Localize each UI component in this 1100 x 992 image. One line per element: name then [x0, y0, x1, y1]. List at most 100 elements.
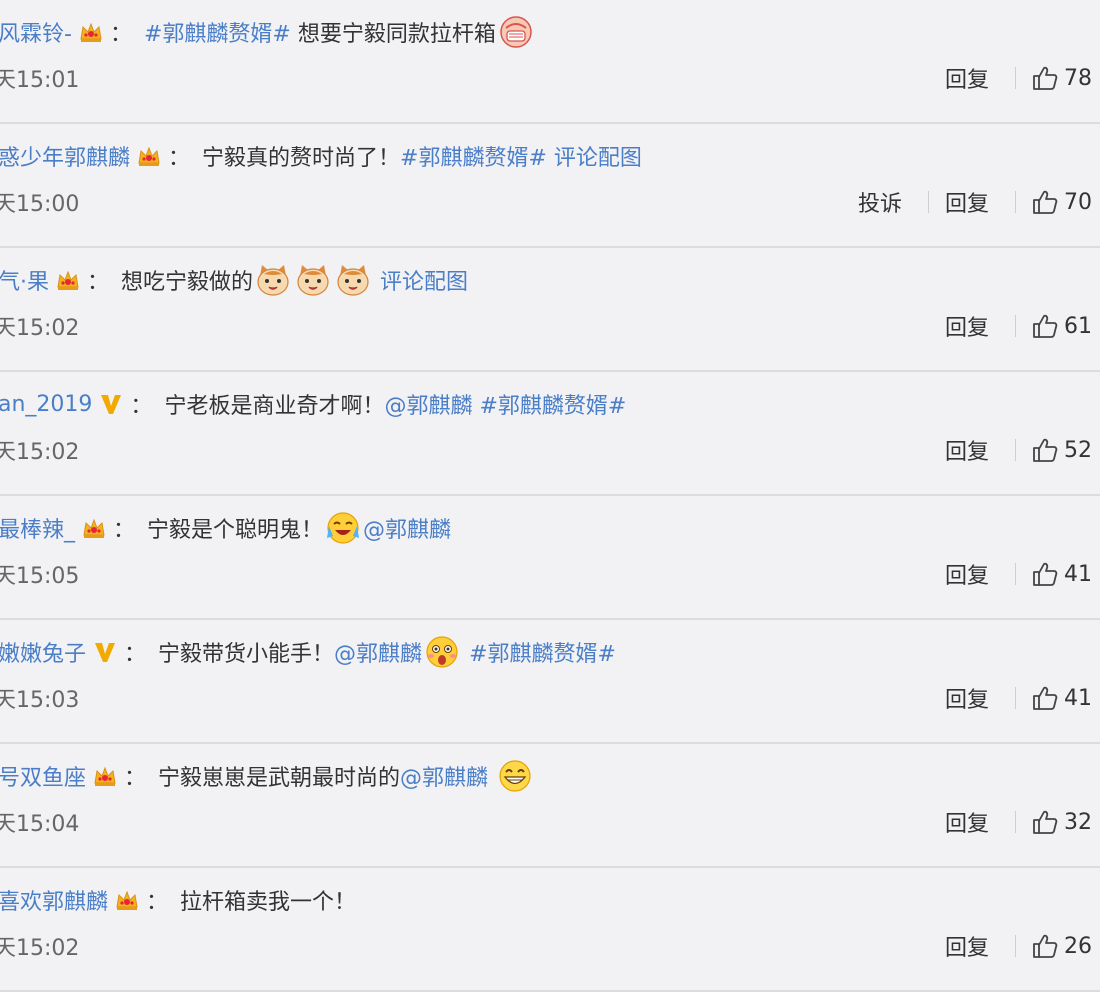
crying-laughing-emoji — [325, 510, 361, 546]
comment-actions: 回复 26 — [945, 930, 1092, 962]
comment-main-line: 嫩嫩兔子 ： 宁毅带货小能手！ @郭麒麟 #郭麒麟赘婿# — [0, 634, 616, 670]
reply-button[interactable]: 回复 — [945, 558, 989, 590]
comment-item: 风霖铃- ： #郭麒麟赘婿# 想要宁毅同款拉杆箱天15:01 回复 78 — [0, 0, 1100, 124]
comment-item: 惑少年郭麒麟 ： 宁毅真的赘时尚了！ #郭麒麟赘婿# 评论配图 天15:00 投诉 回复 70 — [0, 124, 1100, 248]
comment-main-line: 喜欢郭麒麟 ： 拉杆箱卖我一个！ — [0, 882, 356, 918]
reply-button[interactable]: 回复 — [945, 62, 989, 94]
comment-main-line: 最棒辣_ ： 宁毅是个聪明鬼！ @郭麒麟 — [0, 510, 451, 546]
thumbs-up-icon — [1032, 933, 1058, 959]
comment-actions: 回复 52 — [945, 434, 1092, 466]
colon-separator: ： — [124, 642, 147, 667]
thumbs-up-icon — [1032, 313, 1058, 339]
grinning-face-emoji — [497, 758, 533, 794]
colon-separator: ： — [168, 146, 191, 171]
like-count: 61 — [1064, 313, 1092, 339]
colon-separator: ： — [87, 270, 110, 295]
comment-actions: 回复 41 — [945, 558, 1092, 590]
like-button[interactable]: 41 — [1032, 685, 1092, 711]
comment-timestamp: 天15:02 — [0, 440, 80, 465]
username-link[interactable]: 喜欢郭麒麟 — [0, 884, 108, 916]
like-count: 41 — [1064, 685, 1092, 711]
like-button[interactable]: 61 — [1032, 313, 1092, 339]
comment-main-line: 气·果 ： 想吃宁毅做的 评论配图 — [0, 262, 468, 298]
image-link[interactable]: 评论配图 — [380, 264, 468, 296]
verified-v-icon — [98, 391, 124, 417]
thumbs-up-icon — [1032, 685, 1058, 711]
reply-button[interactable]: 回复 — [945, 310, 989, 342]
reply-button[interactable]: 回复 — [945, 930, 989, 962]
divider — [1015, 191, 1016, 213]
reply-button[interactable]: 回复 — [945, 186, 989, 218]
thumbs-up-icon — [1032, 437, 1058, 463]
comment-actions: 回复 61 — [945, 310, 1092, 342]
comment-main-line: 风霖铃- ： #郭麒麟赘婿# 想要宁毅同款拉杆箱 — [0, 14, 536, 50]
comment-actions: 投诉 回复 70 — [858, 186, 1092, 218]
mention-link[interactable]: @郭麒麟 — [363, 512, 451, 544]
hashtag-link[interactable]: #郭麒麟赘婿# — [144, 16, 291, 48]
thumbs-up-icon — [1032, 561, 1058, 587]
like-button[interactable]: 26 — [1032, 933, 1092, 959]
reply-button[interactable]: 回复 — [945, 682, 989, 714]
comment-item: 气·果 ： 想吃宁毅做的 评论配图天15:02 回复 61 — [0, 248, 1100, 372]
reply-button[interactable]: 回复 — [945, 434, 989, 466]
complaint-button[interactable]: 投诉 — [858, 186, 902, 218]
comment-text: #郭麒麟赘婿# 想要宁毅同款拉杆箱 — [144, 14, 536, 50]
like-button[interactable]: 70 — [1032, 189, 1092, 215]
comment-timestamp: 天15:02 — [0, 316, 80, 341]
shocked-face-emoji — [424, 634, 460, 670]
crown-icon — [114, 887, 140, 913]
like-button[interactable]: 41 — [1032, 561, 1092, 587]
comment-text-segment: 拉杆箱卖我一个！ — [180, 890, 357, 915]
comment-list: 风霖铃- ： #郭麒麟赘婿# 想要宁毅同款拉杆箱天15:01 回复 78 惑少年郭麒麟 ： 宁… — [0, 0, 1100, 992]
like-count: 78 — [1064, 65, 1092, 91]
like-count: 32 — [1064, 809, 1092, 835]
comment-text-segment: 想要宁毅同款拉杆箱 — [290, 22, 496, 47]
comment-text-segment — [488, 764, 495, 789]
username-link[interactable]: 气·果 — [0, 264, 49, 296]
comment-text: 宁毅崽崽是武朝最时尚的 @郭麒麟 — [158, 758, 535, 794]
divider — [1015, 315, 1016, 337]
comment-timestamp: 天15:00 — [0, 192, 80, 217]
reply-button[interactable]: 回复 — [945, 806, 989, 838]
crown-icon — [78, 19, 104, 45]
comment-item: 喜欢郭麒麟 ： 拉杆箱卖我一个！ 天15:02 回复 26 — [0, 868, 1100, 992]
username-link[interactable]: 号双鱼座 — [0, 760, 86, 792]
comment-main-line: an_2019 ： 宁老板是商业奇才啊！ @郭麒麟 #郭麒麟赘婿# — [0, 386, 626, 422]
mention-link[interactable]: @郭麒麟 — [400, 760, 488, 792]
username-link[interactable]: 风霖铃- — [0, 16, 72, 48]
comment-main-line: 惑少年郭麒麟 ： 宁毅真的赘时尚了！ #郭麒麟赘婿# 评论配图 — [0, 138, 642, 174]
image-link[interactable]: 评论配图 — [554, 140, 642, 172]
hashtag-link[interactable]: #郭麒麟赘婿# — [400, 140, 547, 172]
mention-link[interactable]: @郭麒麟 — [384, 388, 472, 420]
username-link[interactable]: 最棒辣_ — [0, 512, 75, 544]
colon-separator: ： — [109, 22, 132, 47]
comment-timestamp: 天15:04 — [0, 812, 80, 837]
like-button[interactable]: 52 — [1032, 437, 1092, 463]
comment-actions: 回复 32 — [945, 806, 1092, 838]
hashtag-link[interactable]: #郭麒麟赘婿# — [469, 636, 616, 668]
username-link[interactable]: 嫩嫩兔子 — [0, 636, 86, 668]
like-button[interactable]: 78 — [1032, 65, 1092, 91]
comment-text-segment — [472, 392, 479, 417]
like-count: 70 — [1064, 189, 1092, 215]
like-count: 26 — [1064, 933, 1092, 959]
crown-icon — [81, 515, 107, 541]
comment-item: 最棒辣_ ： 宁毅是个聪明鬼！ @郭麒麟 天15:05 回复 41 — [0, 496, 1100, 620]
divider — [1015, 935, 1016, 957]
divider — [1015, 439, 1016, 461]
comment-text-segment: 宁毅带货小能手！ — [158, 642, 335, 667]
username-link[interactable]: 惑少年郭麒麟 — [0, 140, 130, 172]
comment-timestamp: 天15:01 — [0, 68, 80, 93]
mention-link[interactable]: @郭麒麟 — [334, 636, 422, 668]
like-button[interactable]: 32 — [1032, 809, 1092, 835]
verified-v-icon — [92, 639, 118, 665]
comment-text: 想吃宁毅做的 评论配图 — [121, 262, 468, 298]
hashtag-link[interactable]: #郭麒麟赘婿# — [479, 388, 626, 420]
divider — [1015, 687, 1016, 709]
comment-timestamp: 天15:02 — [0, 936, 80, 961]
cat-face-emoji — [335, 262, 371, 298]
comment-item: 嫩嫩兔子 ： 宁毅带货小能手！ @郭麒麟 #郭麒麟赘婿# 天15:03 回复 41 — [0, 620, 1100, 744]
comment-item: an_2019 ： 宁老板是商业奇才啊！ @郭麒麟 #郭麒麟赘婿# 天15:02 回复 52 — [0, 372, 1100, 496]
comment-actions: 回复 41 — [945, 682, 1092, 714]
username-link[interactable]: an_2019 — [0, 392, 92, 417]
